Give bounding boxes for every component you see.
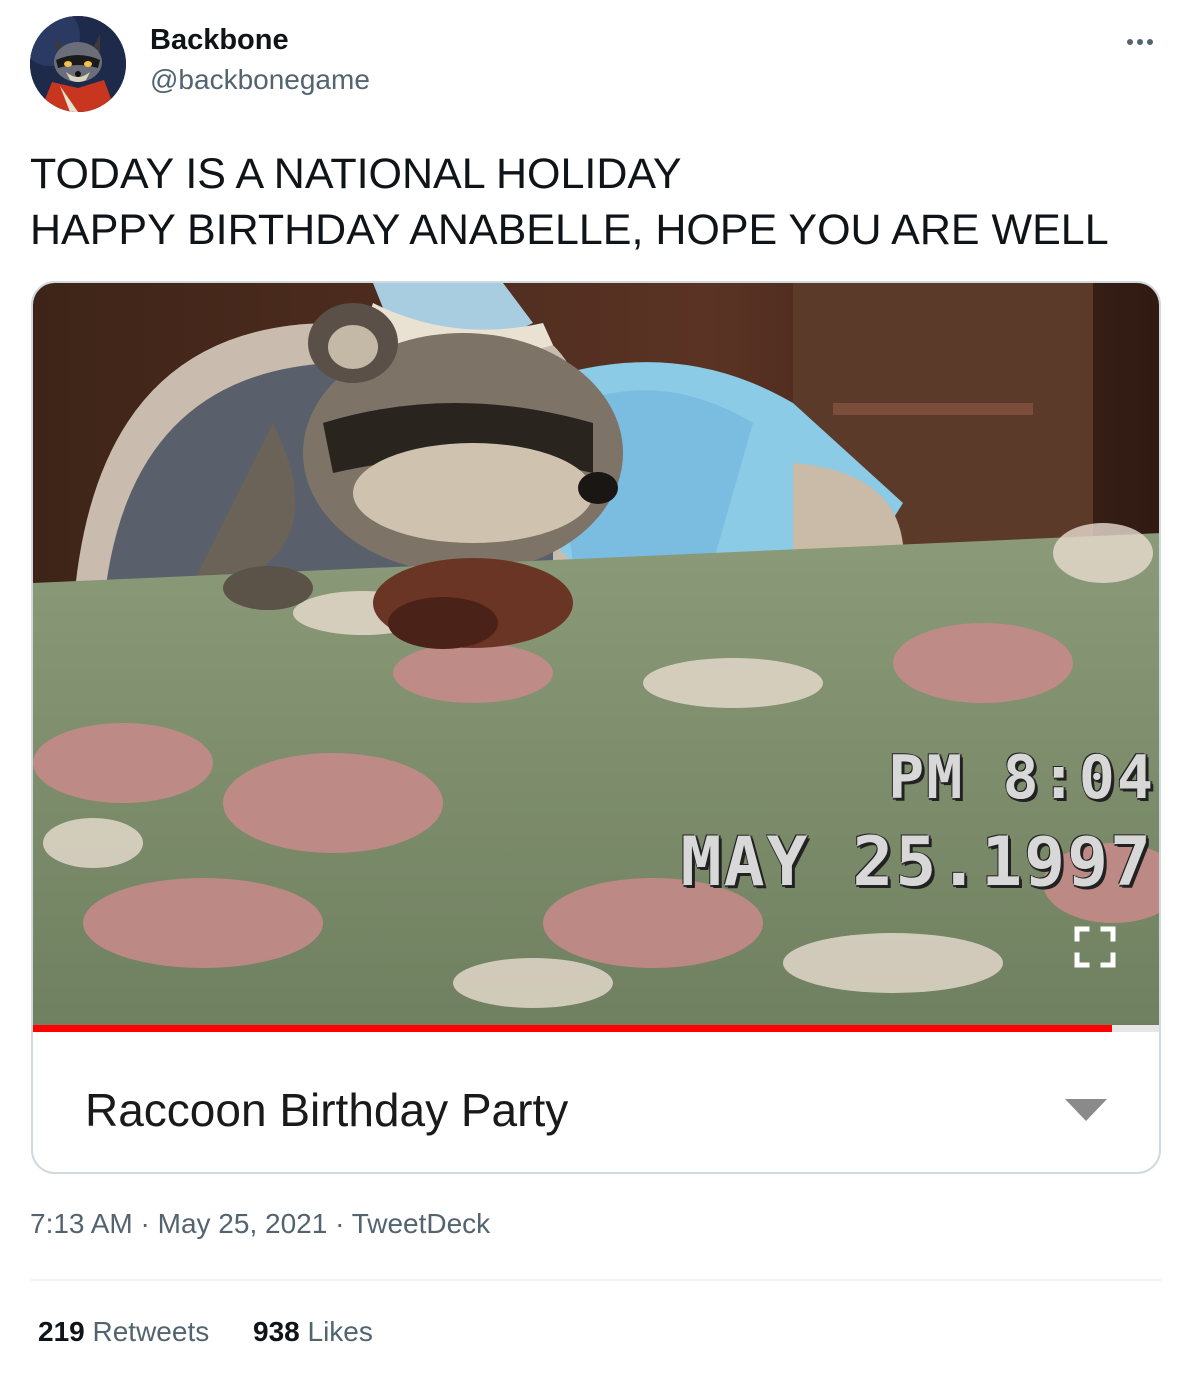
tweet-source-link[interactable]: TweetDeck	[352, 1208, 491, 1239]
retweets-count: 219	[38, 1316, 85, 1347]
retweets-label: Retweets	[92, 1316, 210, 1347]
likes-stat[interactable]: 938 Likes	[253, 1316, 373, 1348]
video-progress-fill	[33, 1025, 1113, 1032]
retweets-stat[interactable]: 219 Retweets	[38, 1316, 209, 1348]
video-card[interactable]: PM 8:04 MAY 25.1997 Raccoon Birthday Par…	[31, 281, 1161, 1174]
chevron-down-icon[interactable]	[1063, 1095, 1109, 1125]
tweet-text: TODAY IS A NATIONAL HOLIDAY HAPPY BIRTHD…	[30, 146, 1160, 258]
fullscreen-icon[interactable]	[1073, 925, 1117, 969]
divider	[30, 1279, 1162, 1281]
video-title[interactable]: Raccoon Birthday Party	[85, 1083, 568, 1137]
tweet-metadata: 7:13 AM · May 25, 2021 · TweetDeck	[30, 1208, 490, 1240]
likes-label: Likes	[307, 1316, 373, 1347]
engagement-stats: 219 Retweets 938 Likes	[38, 1316, 409, 1348]
vcr-timestamp-time: PM 8:04	[888, 743, 1155, 813]
tweet-text-line: TODAY IS A NATIONAL HOLIDAY	[30, 150, 682, 198]
likes-count: 938	[253, 1316, 300, 1347]
tweet-text-line: HAPPY BIRTHDAY ANABELLE, HOPE YOU ARE WE…	[30, 206, 1109, 254]
author-display-name[interactable]: Backbone	[150, 24, 289, 57]
video-player[interactable]: PM 8:04 MAY 25.1997	[33, 283, 1159, 1028]
author-handle[interactable]: @backbonegame	[150, 64, 370, 96]
raccoon-avatar-icon[interactable]	[30, 16, 126, 112]
tweet: Backbone @backbonegame TODAY IS A NATION…	[0, 0, 1191, 1378]
more-options-icon[interactable]	[1118, 28, 1162, 56]
vcr-timestamp-date: MAY 25.1997	[680, 823, 1153, 902]
tweet-date-link[interactable]: May 25, 2021	[158, 1208, 328, 1239]
meta-separator: ·	[335, 1208, 345, 1239]
video-progress-bar[interactable]	[33, 1025, 1159, 1032]
meta-separator: ·	[140, 1208, 150, 1239]
tweet-time-link[interactable]: 7:13 AM	[30, 1208, 133, 1239]
